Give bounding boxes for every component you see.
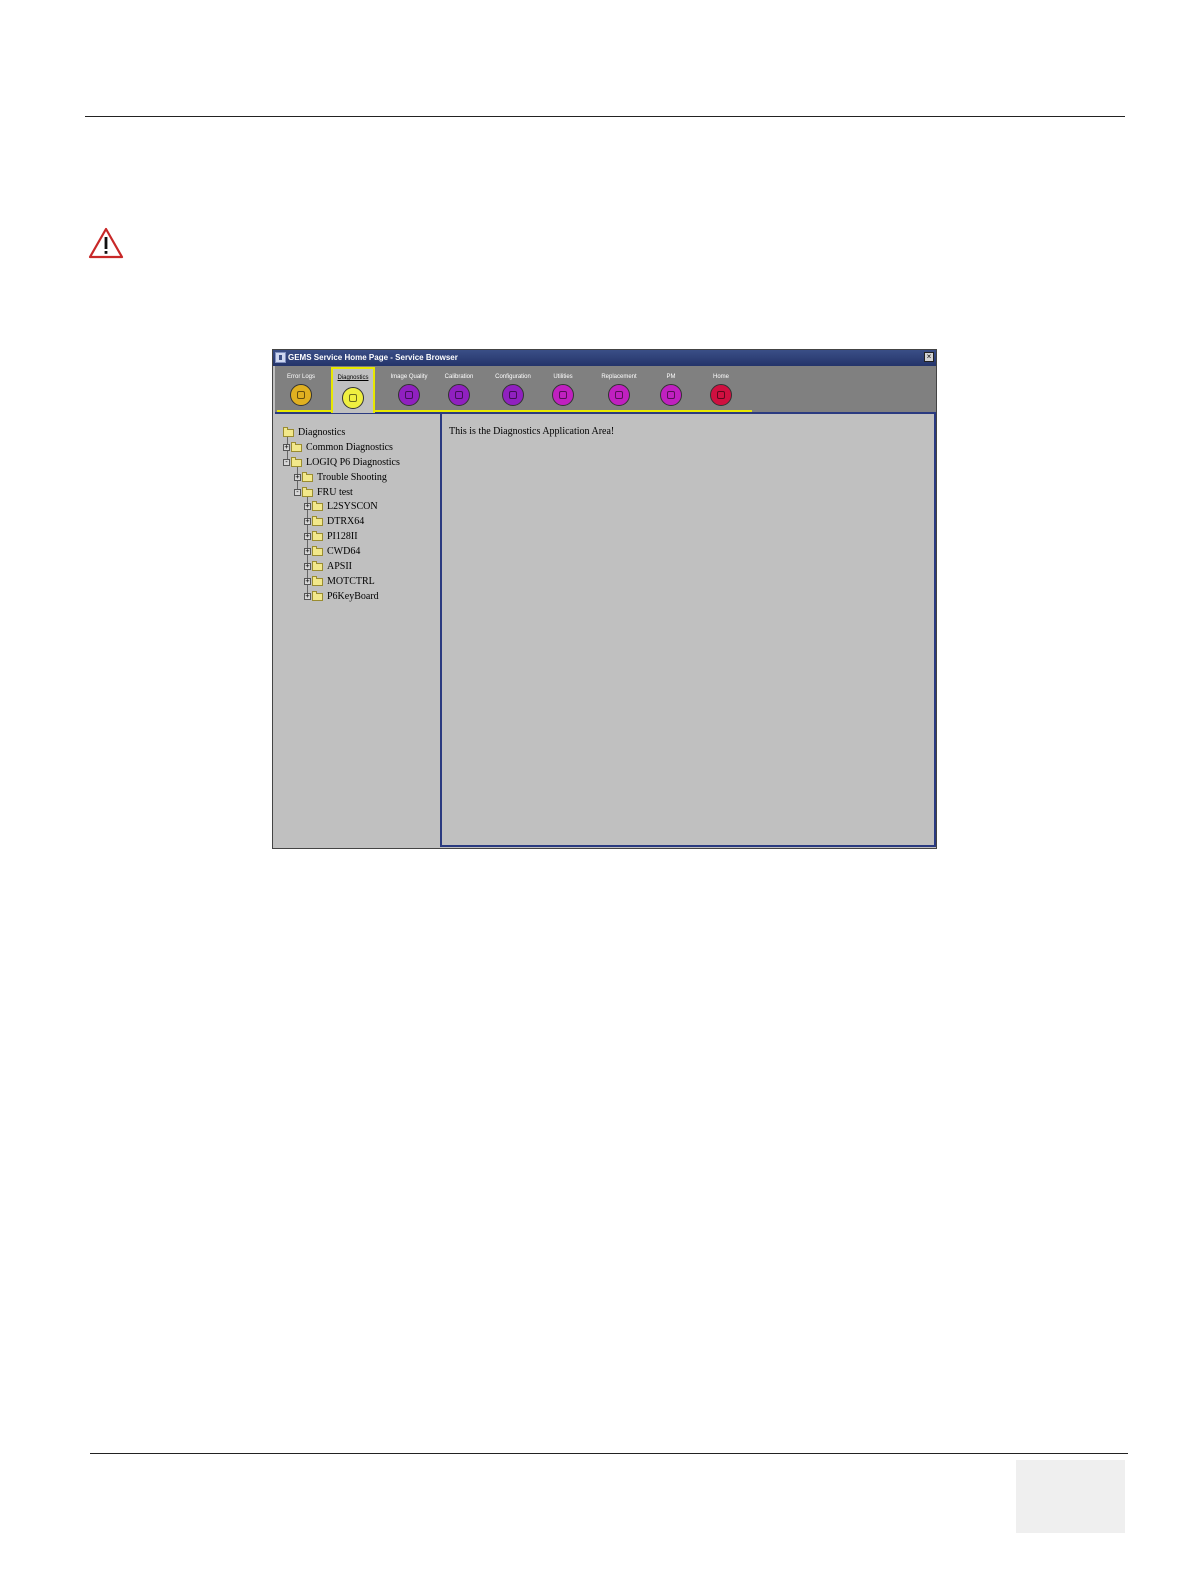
window-title: GEMS Service Home Page - Service Browser [288,353,458,362]
tree-item-apsii[interactable]: + APSII [304,560,352,574]
folder-open-icon [302,486,313,497]
tree-item-label: Diagnostics [298,427,346,438]
tree-item-common-diagnostics[interactable]: + Common Diagnostics [283,441,393,455]
title-bar: GEMS Service Home Page - Service Browser… [273,350,936,366]
diagnostics-icon [342,387,364,409]
tree-item-label: LOGIQ P6 Diagnostics [306,457,400,468]
configuration-icon [502,384,524,406]
folder-icon [312,590,323,601]
expand-icon[interactable]: + [294,474,301,482]
image-icon [398,384,420,406]
calibration-icon [448,384,470,406]
footer-rule [90,1453,1128,1454]
tree-item-label: L2SYSCON [327,501,378,512]
tool-label: Calibration [444,374,474,380]
folder-icon [312,575,323,586]
folder-icon [312,500,323,511]
page-number-box [1016,1460,1125,1533]
collapse-icon[interactable]: - [294,489,301,497]
tree-item-label: MOTCTRL [327,576,375,587]
tree-item-fru-test[interactable]: - FRU test [294,486,353,500]
tool-diagnostics[interactable]: Diagnostics [331,367,375,413]
tool-pm[interactable]: PM [653,366,689,412]
tree-item-label: PI128II [327,531,358,542]
expand-icon[interactable]: + [304,548,311,556]
folder-icon [291,441,302,452]
service-browser-window: GEMS Service Home Page - Service Browser… [272,349,937,849]
tree-item-diagnostics[interactable]: Diagnostics [283,426,345,440]
close-button[interactable]: × [924,352,934,362]
replacement-icon [608,384,630,406]
list-icon [290,384,312,406]
folder-icon [312,515,323,526]
tool-utilities[interactable]: Utilities [543,366,583,412]
tool-label: Error Logs [286,374,315,380]
tree-item-label: Trouble Shooting [317,472,387,483]
tree-item-label: FRU test [317,487,353,498]
folder-icon [312,545,323,556]
tree-item-label: P6KeyBoard [327,591,379,602]
folder-icon [283,426,294,437]
expand-icon[interactable]: + [304,518,311,526]
tool-replacement[interactable]: Replacement [593,366,645,412]
home-icon [710,384,732,406]
tool-label: Diagnostics [337,375,369,381]
folder-open-icon [291,456,302,467]
collapse-icon[interactable]: - [283,459,290,467]
tool-label: Home [712,374,729,380]
app-icon [275,352,286,363]
tool-error-logs[interactable]: Error Logs [279,366,323,412]
tree-item-p6keyboard[interactable]: + P6KeyBoard [304,590,379,604]
tree-item-label: DTRX64 [327,516,365,527]
tree-item-trouble-shooting[interactable]: + Trouble Shooting [294,471,387,485]
application-area: This is the Diagnostics Application Area… [442,414,936,847]
expand-icon[interactable]: + [283,444,290,452]
tool-home[interactable]: Home [703,366,739,412]
folder-icon [312,530,323,541]
toolbar: Error Logs Diagnostics Image Quality Cal… [275,366,936,414]
tool-label: PM [666,374,676,380]
tool-label: Configuration [495,374,531,380]
expand-icon[interactable]: + [304,563,311,571]
warning-icon [88,227,124,259]
tree-item-motctrl[interactable]: + MOTCTRL [304,575,375,589]
application-area-text: This is the Diagnostics Application Area… [449,426,615,437]
tool-label: Utilities [553,374,573,380]
pm-icon [660,384,682,406]
tree-item-pi128ii[interactable]: + PI128II [304,530,358,544]
tree-item-label: APSII [327,561,353,572]
tool-calibration[interactable]: Calibration [437,366,481,412]
tree-item-cwd64[interactable]: + CWD64 [304,545,360,559]
header-rule [85,116,1125,117]
tree-item-label: Common Diagnostics [306,442,393,453]
tree-item-logiq-p6-diagnostics[interactable]: - LOGIQ P6 Diagnostics [283,456,400,470]
tree-item-dtrx64[interactable]: + DTRX64 [304,515,364,529]
expand-icon[interactable]: + [304,503,311,511]
navigation-tree: Diagnostics + Common Diagnostics - LOGIQ P… [275,414,442,847]
tool-configuration[interactable]: Configuration [487,366,539,412]
tool-label: Image Quality [390,374,428,380]
tool-label: Replacement [601,374,637,380]
tree-item-label: CWD64 [327,546,361,557]
expand-icon[interactable]: + [304,593,311,601]
utilities-icon [552,384,574,406]
expand-icon[interactable]: + [304,578,311,586]
expand-icon[interactable]: + [304,533,311,541]
folder-icon [302,471,313,482]
folder-icon [312,560,323,571]
tree-item-l2syscon[interactable]: + L2SYSCON [304,500,378,514]
tool-image-quality[interactable]: Image Quality [383,366,435,412]
